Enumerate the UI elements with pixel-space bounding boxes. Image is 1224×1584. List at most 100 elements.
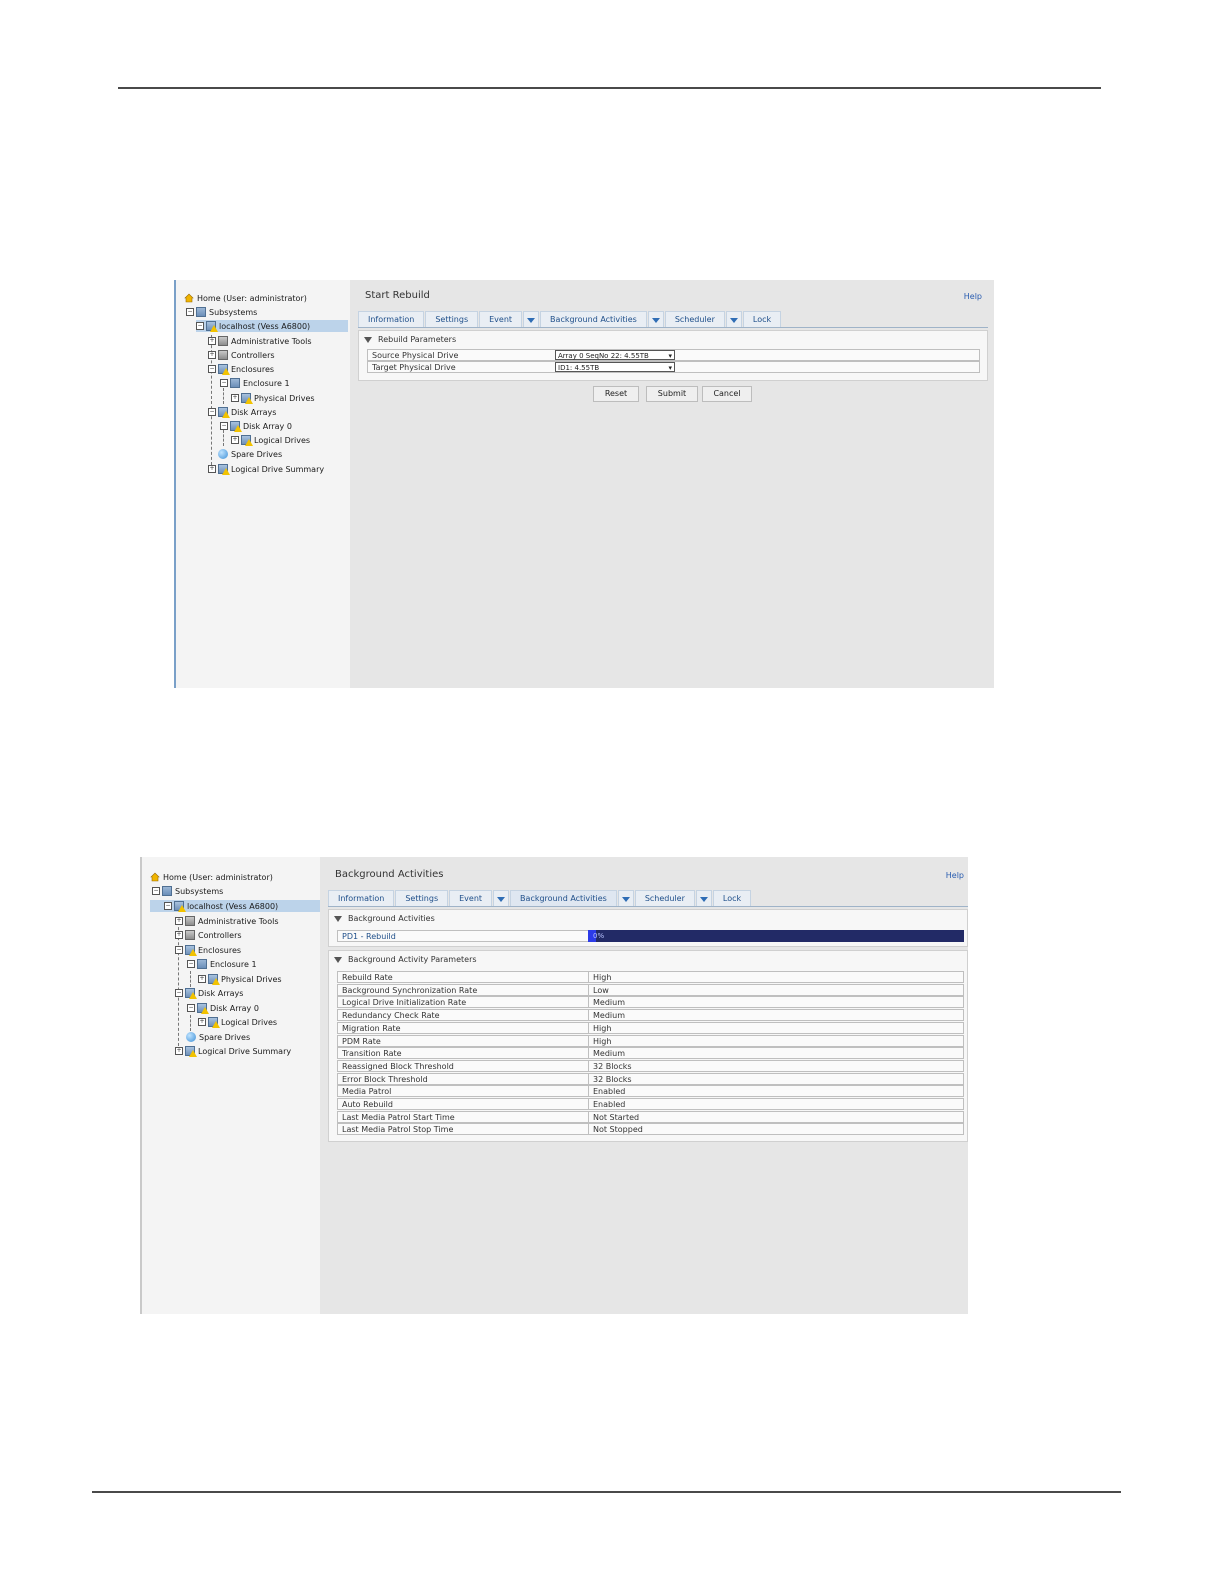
cancel-button[interactable]: Cancel	[702, 386, 752, 402]
param-label: PDM Rate	[338, 1035, 589, 1046]
tree-item-localhost[interactable]: − localhost (Vess A6800)	[196, 320, 348, 332]
scheduler-dropdown-icon[interactable]	[725, 311, 742, 327]
section-header[interactable]: Rebuild Parameters	[364, 335, 456, 344]
tab-background-activities[interactable]: Background Activities	[510, 890, 617, 906]
tree-item-subsystems[interactable]: − Subsystems	[186, 306, 257, 318]
tree-item-disk-array-0[interactable]: − Disk Array 0	[187, 1002, 259, 1014]
expand-icon[interactable]: +	[198, 1018, 206, 1026]
expand-icon[interactable]: +	[175, 1047, 183, 1055]
tree-item-enclosures[interactable]: − Enclosures	[175, 944, 241, 956]
collapse-icon[interactable]: −	[208, 365, 216, 373]
collapse-icon[interactable]: −	[220, 422, 228, 430]
tab-scheduler[interactable]: Scheduler	[634, 890, 695, 906]
submit-button[interactable]: Submit	[646, 386, 698, 402]
collapse-icon[interactable]: −	[152, 887, 160, 895]
collapse-icon[interactable]: −	[175, 946, 183, 954]
tree-item-home[interactable]: Home (User: administrator)	[184, 292, 307, 304]
param-label: Error Block Threshold	[338, 1073, 589, 1084]
tree-item-subsystems[interactable]: − Subsystems	[152, 885, 223, 897]
tree-item-enclosure-1[interactable]: − Enclosure 1	[220, 377, 290, 389]
tree-item-physical-drives[interactable]: + Physical Drives	[198, 973, 282, 985]
tree-item-logical-drive-summary[interactable]: + Logical Drive Summary	[175, 1045, 291, 1057]
tree-item-controllers[interactable]: + Controllers	[175, 929, 242, 941]
tab-event[interactable]: Event	[449, 890, 493, 906]
event-dropdown-icon[interactable]	[493, 890, 510, 906]
collapse-icon[interactable]: −	[186, 308, 194, 316]
target-physical-drive-select[interactable]: ID1: 4.55TB ▾	[555, 362, 675, 372]
expand-icon[interactable]: +	[208, 465, 216, 473]
tab-lock[interactable]: Lock	[742, 311, 782, 327]
tree-item-enclosures[interactable]: − Enclosures	[208, 363, 274, 375]
tree-item-logical-drive-summary[interactable]: + Logical Drive Summary	[208, 463, 324, 475]
warning-drive-icon	[241, 393, 253, 404]
tree-item-controllers[interactable]: + Controllers	[208, 349, 275, 361]
collapse-icon[interactable]: −	[164, 902, 172, 910]
param-label: Rebuild Rate	[338, 972, 589, 982]
source-physical-drive-select[interactable]: Array 0 SeqNo 22: 4.55TB ▾	[555, 350, 675, 360]
tree-item-spare-drives[interactable]: Spare Drives	[218, 448, 282, 460]
param-row: Redundancy Check Rate Medium	[337, 1009, 964, 1022]
tab-information[interactable]: Information	[358, 311, 425, 327]
tree-item-home[interactable]: Home (User: administrator)	[150, 871, 273, 883]
help-link[interactable]: Help	[964, 292, 982, 301]
param-row: Auto Rebuild Enabled	[337, 1098, 964, 1110]
expand-icon[interactable]: +	[175, 931, 183, 939]
param-row: Transition Rate Medium	[337, 1047, 964, 1060]
warning-logical-drive-icon	[208, 1017, 220, 1028]
tab-lock[interactable]: Lock	[712, 890, 752, 906]
reset-button[interactable]: Reset	[593, 386, 639, 402]
tab-scheduler[interactable]: Scheduler	[664, 311, 725, 327]
expand-icon[interactable]: +	[231, 436, 239, 444]
collapse-icon[interactable]: −	[208, 408, 216, 416]
rebuild-parameters-panel: Rebuild Parameters Source Physical Drive…	[358, 330, 988, 381]
expand-icon[interactable]: +	[208, 351, 216, 359]
collapse-icon[interactable]: −	[175, 989, 183, 997]
tree-item-spare-drives[interactable]: Spare Drives	[186, 1031, 250, 1043]
collapse-icon[interactable]: −	[187, 960, 195, 968]
collapse-icon[interactable]: −	[220, 379, 228, 387]
expand-icon[interactable]: +	[198, 975, 206, 983]
param-row: Logical Drive Initialization Rate Medium	[337, 996, 964, 1009]
tree-item-enclosure-1[interactable]: − Enclosure 1	[187, 958, 257, 970]
navigation-tree: Home (User: administrator) − Subsystems …	[174, 280, 352, 688]
tree-item-localhost[interactable]: − localhost (Vess A6800)	[150, 900, 320, 912]
param-row: Last Media Patrol Start Time Not Started	[337, 1110, 964, 1123]
enclosure-icon	[197, 959, 207, 969]
tab-information[interactable]: Information	[328, 890, 395, 906]
tab-settings[interactable]: Settings	[425, 311, 479, 327]
collapse-icon[interactable]: −	[187, 1004, 195, 1012]
background-activities-dropdown-icon[interactable]	[617, 890, 634, 906]
event-dropdown-icon[interactable]	[523, 311, 540, 327]
expand-icon[interactable]: +	[208, 337, 216, 345]
param-value: 32 Blocks	[593, 1061, 632, 1071]
scheduler-dropdown-icon[interactable]	[695, 890, 712, 906]
tab-event[interactable]: Event	[479, 311, 523, 327]
tab-background-activities[interactable]: Background Activities	[540, 311, 647, 327]
section-header[interactable]: Background Activities	[334, 914, 435, 923]
tree-item-disk-array-0[interactable]: − Disk Array 0	[220, 420, 292, 432]
collapse-icon[interactable]: −	[196, 322, 204, 330]
param-row: Media Patrol Enabled	[337, 1085, 964, 1098]
tree-item-administrative-tools[interactable]: + Administrative Tools	[175, 915, 278, 927]
screenshot-background-activities: Home (User: administrator) − Subsystems …	[140, 857, 968, 1314]
activity-link[interactable]: PD1 - Rebuild	[338, 931, 589, 941]
warning-array-icon	[218, 407, 230, 418]
param-row: Background Synchronization Rate Low	[337, 983, 964, 996]
tree-item-administrative-tools[interactable]: + Administrative Tools	[208, 335, 311, 347]
tree-item-logical-drives[interactable]: + Logical Drives	[198, 1016, 277, 1028]
tree-item-physical-drives[interactable]: + Physical Drives	[231, 392, 315, 404]
tree-item-disk-arrays[interactable]: − Disk Arrays	[175, 987, 243, 999]
help-link[interactable]: Help	[946, 871, 964, 880]
expand-icon[interactable]: +	[175, 917, 183, 925]
background-activities-dropdown-icon[interactable]	[647, 311, 664, 327]
section-header[interactable]: Background Activity Parameters	[334, 955, 477, 964]
param-value: Not Started	[593, 1112, 640, 1122]
chevron-down-icon: ▾	[668, 364, 672, 372]
header-rule	[118, 87, 1101, 89]
warning-logical-drive-icon	[241, 435, 253, 446]
tree-item-logical-drives[interactable]: + Logical Drives	[231, 434, 310, 446]
main-content: Start Rebuild Help Information Settings …	[350, 280, 994, 688]
tab-settings[interactable]: Settings	[395, 890, 449, 906]
tree-item-disk-arrays[interactable]: − Disk Arrays	[208, 406, 276, 418]
expand-icon[interactable]: +	[231, 394, 239, 402]
